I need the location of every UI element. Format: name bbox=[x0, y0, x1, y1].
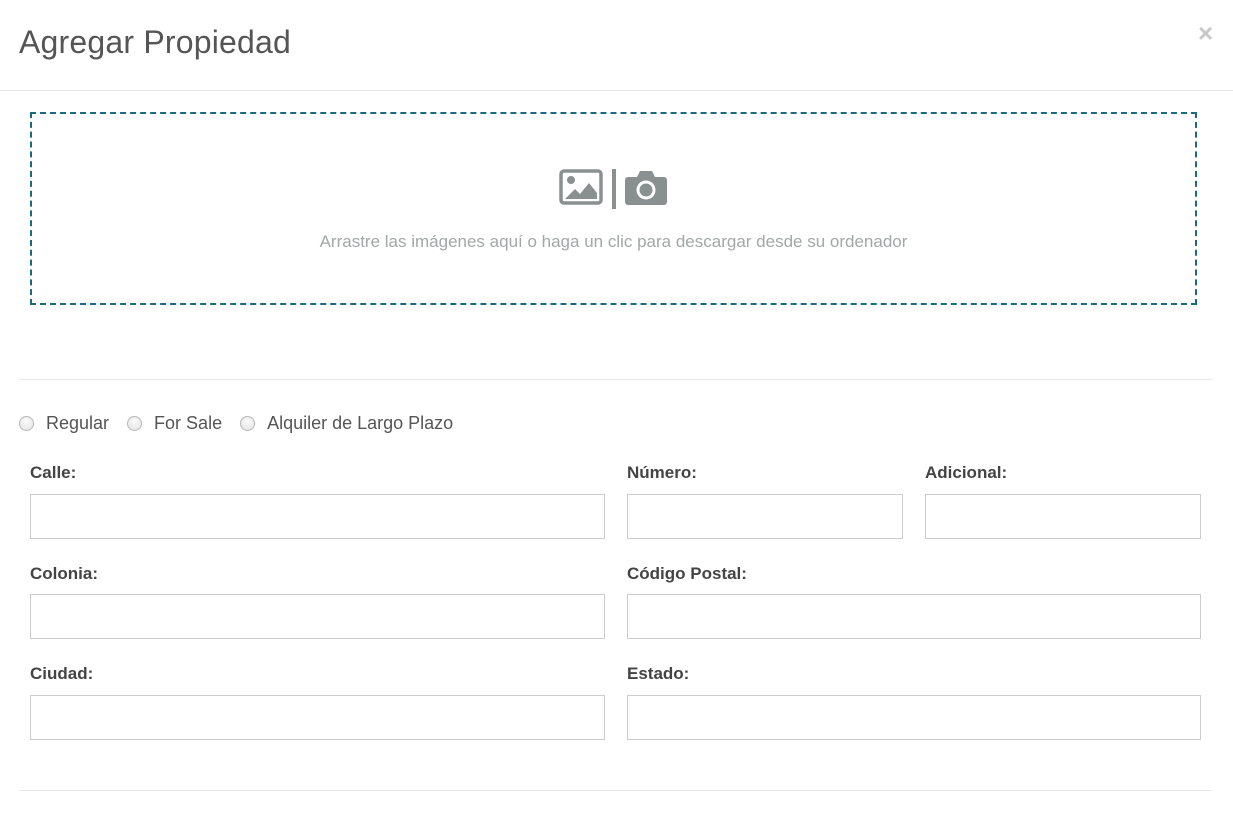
calle-label: Calle: bbox=[30, 463, 77, 482]
codigo-postal-label: Código Postal: bbox=[627, 564, 747, 583]
radio-button[interactable] bbox=[19, 415, 34, 431]
dropzone-instructions: Arrastre las imágenes aquí o haga un cli… bbox=[319, 232, 908, 251]
radio-label: Regular bbox=[46, 412, 110, 433]
colonia-label: Colonia: bbox=[30, 564, 98, 583]
ciudad-input[interactable] bbox=[30, 695, 605, 740]
image-dropzone[interactable]: Arrastre las imágenes aquí o haga un cli… bbox=[30, 112, 1197, 305]
codigo-postal-input[interactable] bbox=[627, 594, 1201, 639]
numero-input[interactable] bbox=[627, 494, 903, 539]
estado-label: Estado: bbox=[627, 664, 690, 683]
footer-divider bbox=[19, 790, 1212, 791]
modal-title: Agregar Propiedad bbox=[19, 24, 292, 60]
calle-input[interactable] bbox=[30, 494, 605, 539]
listing-type-radio-group: Regular For Sale Alquiler de Largo Plazo bbox=[19, 410, 471, 436]
radio-long-term-rental[interactable]: Alquiler de Largo Plazo bbox=[240, 413, 453, 434]
modal-header: Agregar Propiedad × bbox=[0, 0, 1233, 91]
camera-icon bbox=[624, 168, 668, 211]
section-divider bbox=[19, 379, 1212, 380]
estado-input[interactable] bbox=[627, 695, 1201, 740]
dropzone-icons bbox=[32, 168, 1195, 211]
ciudad-label: Ciudad: bbox=[30, 664, 94, 683]
radio-button[interactable] bbox=[127, 415, 143, 431]
numero-label: Número: bbox=[627, 463, 697, 482]
adicional-label: Adicional: bbox=[925, 463, 1008, 482]
icon-separator bbox=[612, 169, 616, 209]
adicional-input[interactable] bbox=[925, 494, 1201, 539]
colonia-input[interactable] bbox=[30, 594, 605, 639]
radio-for-sale[interactable]: For Sale bbox=[127, 413, 222, 434]
radio-label: Alquiler de Largo Plazo bbox=[267, 412, 454, 433]
image-icon bbox=[559, 168, 603, 210]
radio-button[interactable] bbox=[240, 415, 256, 431]
close-button[interactable]: × bbox=[1194, 18, 1217, 48]
radio-regular[interactable]: Regular bbox=[19, 413, 109, 434]
radio-label: For Sale bbox=[154, 412, 223, 433]
